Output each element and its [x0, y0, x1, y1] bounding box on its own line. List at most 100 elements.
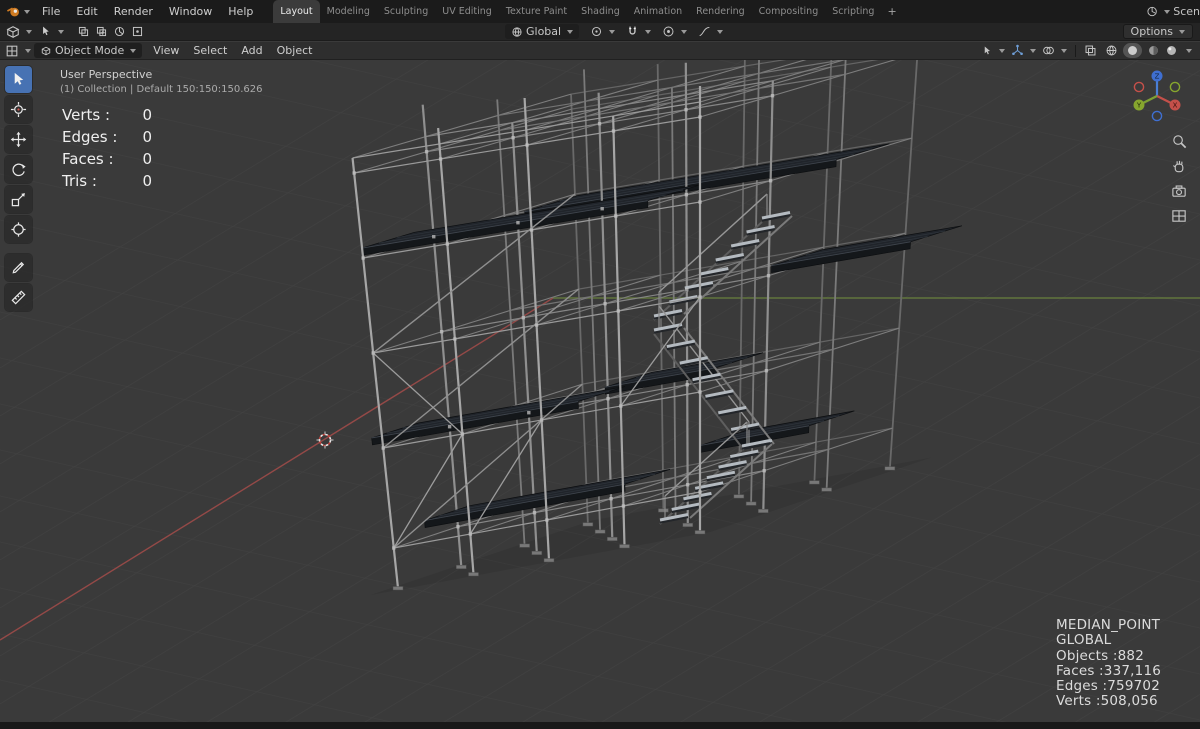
proportional-edit-icon [663, 26, 674, 37]
rendered-sphere-icon [1167, 46, 1176, 55]
tab-uv-editing[interactable]: UV Editing [435, 0, 499, 23]
blender-menu-button[interactable] [0, 4, 34, 19]
rotate-icon [12, 163, 26, 177]
viewport-editor-icon [6, 25, 20, 38]
scene-selector[interactable]: Scen [1146, 5, 1200, 18]
object-mode-icon [41, 46, 51, 55]
menu-file[interactable]: File [34, 0, 68, 23]
annotate-tool[interactable] [5, 254, 32, 281]
square-dot-icon[interactable] [131, 25, 144, 38]
navigation-gizmo[interactable]: Z X Y [1127, 66, 1187, 126]
3d-cursor-marker-icon [316, 431, 334, 449]
3d-cursor [316, 431, 334, 449]
chevron-down-icon [609, 29, 616, 34]
pivot-point-button[interactable] [590, 25, 616, 38]
cursor-tool[interactable] [5, 96, 32, 123]
options-button[interactable]: Options [1122, 24, 1193, 39]
mode-label: Object Mode [55, 44, 125, 57]
menu-select[interactable]: Select [186, 42, 234, 60]
tab-compositing[interactable]: Compositing [752, 0, 826, 23]
pivot-mode-label: MEDIAN_POINT [1056, 617, 1161, 633]
edges-count: Edges :759702 [1056, 678, 1160, 695]
stat-label: Faces : [62, 150, 114, 168]
stat-value: 0 [142, 172, 152, 190]
pivot-icon [592, 26, 602, 37]
chevron-down-icon [567, 29, 574, 34]
shading-solid-button[interactable] [1123, 43, 1142, 58]
scale-icon [11, 193, 25, 207]
rotate-tool[interactable] [5, 156, 32, 183]
menu-window[interactable]: Window [161, 0, 220, 23]
overlapping-squares-icon[interactable] [77, 25, 90, 38]
transform-icon [11, 222, 26, 237]
toolbar [5, 66, 32, 311]
zoom-button[interactable] [1170, 132, 1188, 150]
shading-material-button[interactable] [1147, 44, 1160, 57]
svg-text:X: X [1173, 102, 1178, 110]
transform-tool[interactable] [5, 216, 32, 243]
scene-name-label: Scen [1173, 5, 1200, 18]
shading-rendered-button[interactable] [1165, 44, 1178, 57]
cursor-select-icon [984, 46, 990, 54]
menu-add[interactable]: Add [234, 42, 269, 60]
stat-label: Tris : [62, 172, 97, 190]
editor-type-select[interactable] [0, 44, 31, 58]
separator [1075, 44, 1076, 57]
menu-view[interactable]: View [146, 42, 186, 60]
wireframe-sphere-icon [1106, 45, 1117, 56]
magnifier-icon [1172, 134, 1186, 148]
tab-sculpting[interactable]: Sculpting [377, 0, 435, 23]
active-tool-button[interactable] [39, 25, 64, 38]
chevron-down-icon [58, 29, 64, 34]
snap-toggle-button[interactable] [626, 25, 652, 38]
move-tool[interactable] [5, 126, 32, 153]
measure-tool[interactable] [5, 284, 32, 311]
scale-tool[interactable] [5, 186, 32, 213]
move-icon [10, 131, 27, 148]
select-arrow-icon [14, 72, 24, 85]
selectability-button[interactable] [981, 45, 1005, 57]
shading-wireframe-button[interactable] [1105, 44, 1118, 57]
camera-icon [1171, 184, 1186, 197]
squares-plus-icon[interactable] [95, 25, 108, 38]
menu-render[interactable]: Render [106, 0, 161, 23]
transform-orientation-select[interactable]: Global [505, 24, 580, 39]
tab-layout[interactable]: Layout [273, 0, 320, 23]
camera-view-button[interactable] [1170, 182, 1188, 200]
chevron-down-icon [645, 29, 652, 34]
stat-value: 0 [142, 150, 152, 168]
chevron-down-icon [1164, 9, 1171, 14]
view-nav-buttons [1170, 132, 1188, 225]
show-gizmo-button[interactable] [1011, 44, 1036, 57]
chevron-down-icon [1186, 48, 1192, 53]
tab-texture-paint[interactable]: Texture Paint [499, 0, 574, 23]
orientation-mode-label: GLOBAL [1056, 632, 1112, 649]
add-workspace-button[interactable]: + [881, 0, 902, 23]
objects-count: Objects :882 [1056, 647, 1145, 664]
overlays-button[interactable] [1042, 44, 1067, 57]
blender-logo-icon [7, 7, 19, 17]
menu-object[interactable]: Object [270, 42, 320, 60]
tab-scripting[interactable]: Scripting [825, 0, 881, 23]
proportional-edit-button[interactable] [662, 25, 688, 38]
viewport-3d[interactable]: User Perspective (1) Collection | Defaul… [0, 60, 1200, 722]
menu-help[interactable]: Help [220, 0, 261, 23]
pan-button[interactable] [1170, 157, 1188, 175]
stat-value: 0 [142, 106, 152, 124]
tab-rendering[interactable]: Rendering [689, 0, 752, 23]
tab-shading[interactable]: Shading [574, 0, 627, 23]
circle-slice-icon[interactable] [113, 25, 126, 38]
view-perspective-label: User Perspective [60, 68, 153, 81]
mode-select[interactable]: Object Mode [34, 43, 143, 58]
falloff-curve-icon [699, 26, 710, 37]
xray-toggle-button[interactable] [1084, 44, 1097, 57]
material-sphere-icon [1149, 46, 1158, 55]
select-box-tool[interactable] [5, 66, 32, 93]
tab-animation[interactable]: Animation [627, 0, 689, 23]
collection-label: (1) Collection | Default 150:150:150.626 [60, 84, 263, 95]
menu-edit[interactable]: Edit [68, 0, 105, 23]
tab-modeling[interactable]: Modeling [320, 0, 377, 23]
falloff-button[interactable] [698, 25, 724, 38]
toggle-perspective-button[interactable] [1170, 207, 1188, 225]
editor-type-button[interactable] [6, 25, 32, 39]
